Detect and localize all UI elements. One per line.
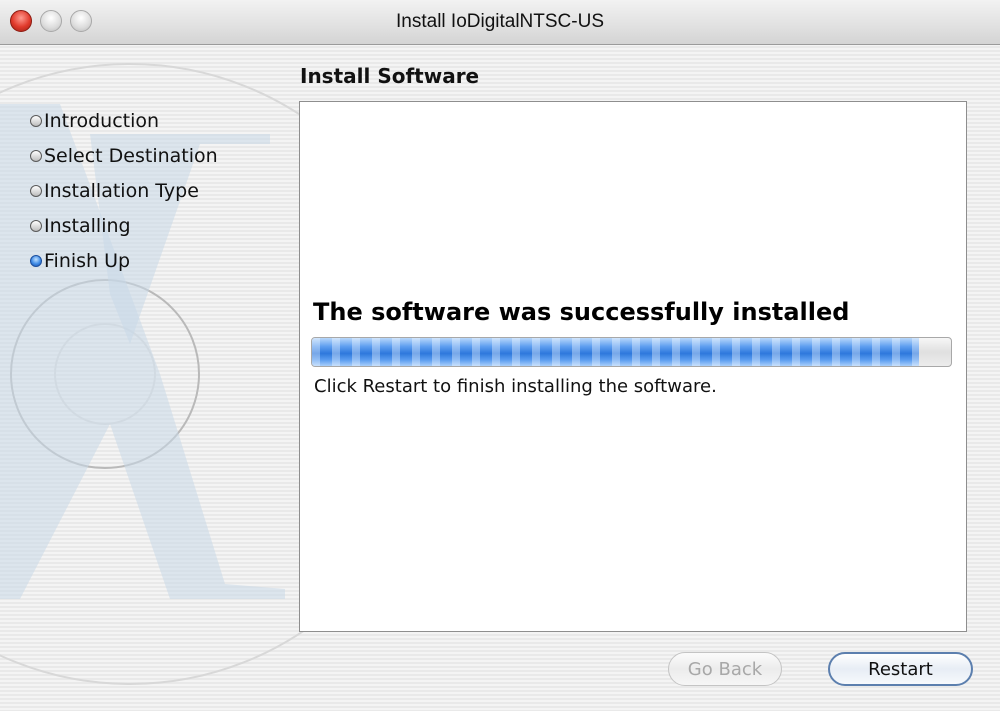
step-label: Introduction bbox=[44, 109, 160, 132]
window-title: Install IoDigitalNTSC-US bbox=[396, 11, 604, 32]
title-bar: Install IoDigitalNTSC-US bbox=[0, 0, 1000, 45]
step-label: Installing bbox=[44, 214, 131, 237]
restart-button[interactable]: Restart bbox=[828, 652, 973, 686]
step-bullet-icon bbox=[30, 219, 42, 232]
step-bullet-active-icon bbox=[30, 254, 42, 267]
progress-bar bbox=[311, 337, 952, 367]
step-installation-type: Installation Type bbox=[30, 173, 290, 208]
step-bullet-icon bbox=[30, 114, 42, 127]
step-label: Installation Type bbox=[44, 179, 199, 202]
step-bullet-icon bbox=[30, 184, 42, 197]
installer-window: Install IoDigitalNTSC-US Introduction Se… bbox=[0, 0, 1000, 711]
step-label: Select Destination bbox=[44, 144, 218, 167]
success-heading: The software was successfully installed bbox=[313, 298, 850, 326]
step-installing: Installing bbox=[30, 208, 290, 243]
step-label: Finish Up bbox=[44, 249, 131, 272]
status-message: Click Restart to finish installing the s… bbox=[314, 376, 717, 397]
go-back-button[interactable]: Go Back bbox=[668, 652, 782, 686]
step-finish-up: Finish Up bbox=[30, 243, 290, 278]
restart-button-label: Restart bbox=[868, 658, 933, 680]
progress-bar-fill bbox=[312, 338, 920, 366]
go-back-button-label: Go Back bbox=[687, 658, 763, 680]
steps-list: Introduction Select Destination Installa… bbox=[30, 103, 290, 278]
step-select-destination: Select Destination bbox=[30, 138, 290, 173]
section-title: Install Software bbox=[300, 64, 480, 88]
step-introduction: Introduction bbox=[30, 103, 290, 138]
step-bullet-icon bbox=[30, 149, 42, 162]
